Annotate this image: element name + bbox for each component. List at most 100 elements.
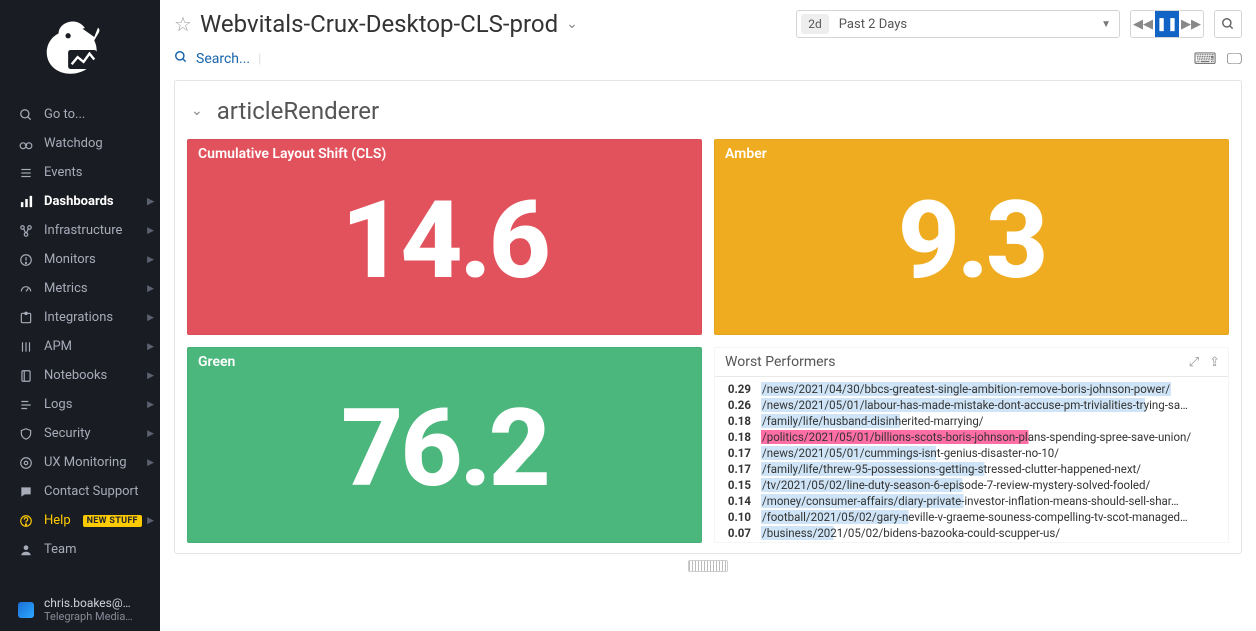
worst-row[interactable]: 0.14/money/consumer-affairs/diary-privat…	[721, 493, 1222, 509]
export-icon[interactable]: ⇪	[1209, 355, 1220, 370]
sidebar-item-label: Integrations	[44, 310, 113, 325]
sidebar-item-label: Security	[44, 426, 91, 441]
chevron-right-icon: ▶	[147, 516, 154, 526]
step-forward-button[interactable]: ▶▶	[1179, 11, 1203, 37]
chevron-right-icon: ▶	[147, 284, 154, 294]
sidebar-item-watchdog[interactable]: Watchdog	[0, 129, 160, 158]
list-icon	[18, 166, 34, 180]
worst-path: /money/consumer-affairs/diary-private-in…	[761, 494, 1220, 508]
sidebar-item-contact-support[interactable]: Contact Support	[0, 477, 160, 506]
worst-path: /business/2021/05/02/bidens-bazooka-coul…	[761, 526, 1220, 540]
sidebar-item-notebooks[interactable]: Notebooks ▶	[0, 361, 160, 390]
panel-title: articleRenderer	[217, 97, 379, 125]
sidebar-item-label: Monitors	[44, 252, 96, 267]
tile-cls[interactable]: Cumulative Layout Shift (CLS) 14.6	[187, 139, 702, 335]
expand-icon[interactable]: ⤢	[1189, 355, 1199, 370]
play-controls: ◀◀ ❚❚ ▶▶	[1130, 10, 1204, 38]
sidebar-item-label: Go to...	[44, 107, 85, 122]
worst-path: /news/2021/05/01/cummings-isnt-genius-di…	[761, 446, 1220, 460]
sidebar-item-logs[interactable]: Logs▶	[0, 390, 160, 419]
search-area[interactable]: Search... |	[174, 50, 1179, 68]
time-range-picker[interactable]: 2d Past 2 Days ▼	[796, 10, 1120, 38]
logs-icon	[18, 398, 34, 412]
sidebar-item-metrics[interactable]: Metrics▶	[0, 274, 160, 303]
time-range-chip: 2d	[801, 14, 829, 34]
title-dropdown-icon[interactable]: ⌄	[566, 16, 578, 32]
sidebar-item-go-to[interactable]: Go to...	[0, 100, 160, 129]
worst-value: 0.14	[723, 494, 751, 508]
sidebar-item-label: Dashboards	[44, 194, 114, 209]
chevron-right-icon: ▶	[147, 458, 154, 468]
tile-amber[interactable]: Amber 9.3	[714, 139, 1229, 335]
person-icon	[18, 543, 34, 557]
star-icon[interactable]: ☆	[174, 12, 192, 36]
logo[interactable]	[0, 0, 160, 100]
worst-path: /news/2021/05/01/labour-has-made-mistake…	[761, 398, 1220, 412]
chat-icon	[18, 485, 34, 499]
sidebar-item-label: Notebooks	[44, 368, 107, 383]
step-back-button[interactable]: ◀◀	[1131, 11, 1155, 37]
sidebar-item-label: Team	[44, 542, 77, 557]
chevron-down-icon: ▼	[1097, 19, 1119, 30]
worst-row[interactable]: 0.18/politics/2021/05/01/billions-scots-…	[721, 429, 1222, 445]
nodes-icon	[18, 224, 34, 238]
worst-row[interactable]: 0.18/family/life/husband-disinherited-ma…	[721, 413, 1222, 429]
tile-value: 9.3	[715, 140, 1228, 334]
panel-articleRenderer: ⌄ articleRenderer Cumulative Layout Shif…	[174, 80, 1242, 554]
chevron-right-icon: ▶	[147, 255, 154, 265]
chevron-right-icon: ▶	[147, 429, 154, 439]
chevron-right-icon: ▶	[147, 197, 154, 207]
sidebar-item-events[interactable]: Events	[0, 158, 160, 187]
worst-row[interactable]: 0.10/football/2021/05/02/gary-neville-v-…	[721, 509, 1222, 525]
search-row: Search... | ⌨ 🖵	[160, 44, 1256, 80]
sidebar-item-dashboards[interactable]: Dashboards ▶	[0, 187, 160, 216]
worst-row[interactable]: 0.29/news/2021/04/30/bbcs-greatest-singl…	[721, 381, 1222, 397]
page-title: Webvitals-Crux-Desktop-CLS-prod	[200, 10, 558, 38]
sidebar-item-label: Infrastructure	[44, 223, 122, 238]
tile-green[interactable]: Green 76.2	[187, 347, 702, 543]
alert-icon	[18, 253, 34, 267]
worst-path: /football/2021/05/02/gary-neville-v-grae…	[761, 510, 1220, 524]
sidebar-item-label: Logs	[44, 397, 72, 412]
bars-icon	[18, 340, 34, 354]
fullscreen-icon[interactable]: 🖵	[1227, 49, 1242, 69]
resize-handle[interactable]	[688, 560, 728, 572]
keyboard-icon[interactable]: ⌨	[1193, 49, 1216, 69]
worst-row[interactable]: 0.17/family/life/threw-95-possessions-ge…	[721, 461, 1222, 477]
search-placeholder: Search...	[196, 51, 250, 67]
sidebar: Go to...WatchdogEventsDashboards▶Infrast…	[0, 0, 160, 631]
worst-path: /politics/2021/05/01/billions-scots-bori…	[761, 430, 1220, 444]
sidebar-item-infrastructure[interactable]: Infrastructure ▶	[0, 216, 160, 245]
worst-path: /family/life/husband-disinherited-marryi…	[761, 414, 1220, 428]
worst-value: 0.29	[723, 382, 751, 396]
gauge-icon	[18, 282, 34, 296]
chevron-right-icon: ▶	[147, 371, 154, 381]
org-name: Telegraph Media…	[44, 610, 133, 623]
sidebar-item-help[interactable]: HelpNEW STUFF▶	[0, 506, 160, 535]
tile-title: Worst Performers	[725, 354, 836, 370]
worst-row[interactable]: 0.17/news/2021/05/01/cummings-isnt-geniu…	[721, 445, 1222, 461]
sidebar-item-label: UX Monitoring	[44, 455, 127, 470]
sidebar-item-apm[interactable]: APM▶	[0, 332, 160, 361]
sidebar-item-label: Contact Support	[44, 484, 139, 499]
collapse-icon[interactable]: ⌄	[191, 103, 203, 119]
sidebar-item-integrations[interactable]: Integrations ▶	[0, 303, 160, 332]
search-button[interactable]	[1214, 10, 1242, 38]
sidebar-item-monitors[interactable]: Monitors ▶	[0, 245, 160, 274]
divider: |	[258, 52, 261, 67]
sidebar-profile: chris.boakes@… Telegraph Media…	[0, 592, 160, 631]
worst-path: /family/life/threw-95-possessions-gettin…	[761, 462, 1220, 476]
worst-row[interactable]: 0.26/news/2021/05/01/labour-has-made-mis…	[721, 397, 1222, 413]
sidebar-item-ux-monitoring[interactable]: UX Monitoring ▶	[0, 448, 160, 477]
search-icon	[18, 108, 34, 122]
chevron-right-icon: ▶	[147, 313, 154, 323]
worst-row[interactable]: 0.07/business/2021/05/02/bidens-bazooka-…	[721, 525, 1222, 541]
sidebar-item-security[interactable]: Security ▶	[0, 419, 160, 448]
pause-button[interactable]: ❚❚	[1155, 11, 1179, 37]
profile-row[interactable]: chris.boakes@… Telegraph Media…	[18, 596, 148, 623]
chevron-right-icon: ▶	[147, 226, 154, 236]
worst-row[interactable]: 0.15/tv/2021/05/02/line-duty-season-6-ep…	[721, 477, 1222, 493]
worst-path: /news/2021/04/30/bbcs-greatest-single-am…	[761, 382, 1220, 396]
dashboard-content: ⌄ articleRenderer Cumulative Layout Shif…	[160, 80, 1256, 631]
sidebar-item-team[interactable]: Team	[0, 535, 160, 564]
